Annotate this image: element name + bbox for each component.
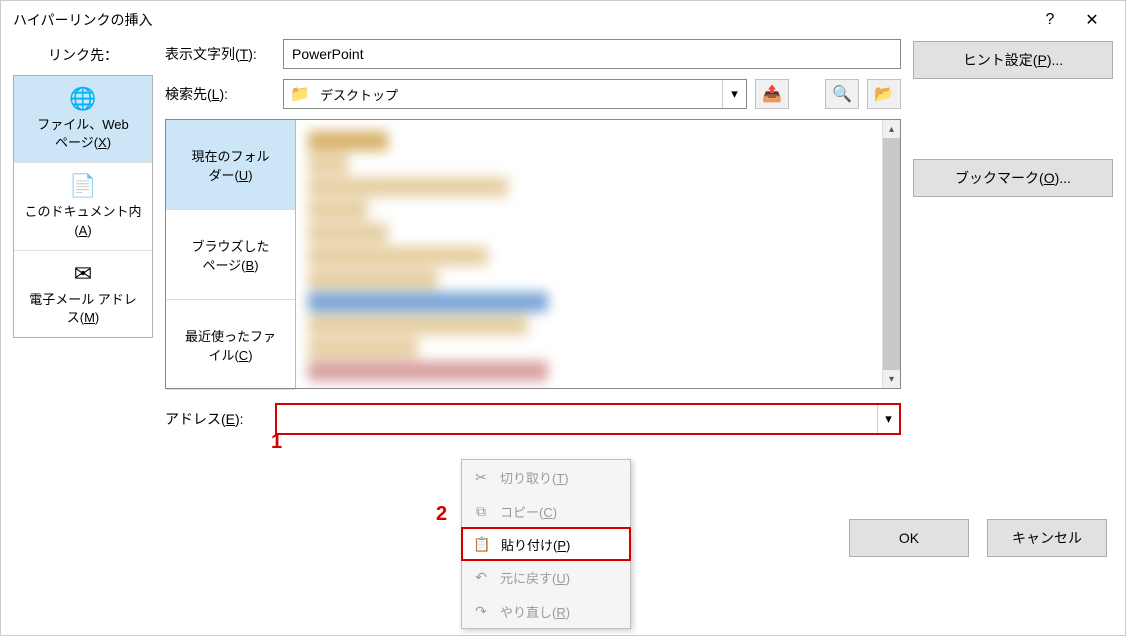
context-menu: ✂ 切り取り(T) ⧉ コピー(C) 📋 貼り付け(P) ↶ 元に戻す(U) ↷… xyxy=(461,459,631,629)
scroll-up-icon[interactable]: ▴ xyxy=(883,120,900,138)
footer-buttons: OK キャンセル xyxy=(849,519,1107,557)
cancel-button[interactable]: キャンセル xyxy=(987,519,1107,557)
help-button[interactable]: ? xyxy=(1029,6,1071,34)
content-area: リンク先： 🌐 ファイル、Web ページ(X) 📄 このドキュメント内 (A) xyxy=(1,39,1125,447)
close-button[interactable]: ✕ xyxy=(1071,6,1113,34)
up-folder-button[interactable]: 📤 xyxy=(755,79,789,109)
search-location-label: 検索先(L): xyxy=(165,84,275,104)
folder-icon: 📁 xyxy=(284,84,316,104)
hint-settings-button[interactable]: ヒント設定(P)... xyxy=(913,41,1113,79)
tab-browsed-pages[interactable]: ブラウズした ページ(B) xyxy=(166,210,295,300)
chevron-down-icon[interactable]: ▾ xyxy=(722,80,746,108)
display-text-label: 表示文字列(T): xyxy=(165,44,275,64)
tab-recent-files[interactable]: 最近使ったファ イル(C) xyxy=(166,300,295,390)
file-list[interactable]: ▴ ▾ xyxy=(296,120,900,388)
display-text-input[interactable] xyxy=(283,39,901,69)
bookmark-button[interactable]: ブックマーク(O)... xyxy=(913,159,1113,197)
email-icon: ✉ xyxy=(20,261,146,287)
address-input[interactable] xyxy=(277,405,877,433)
cut-icon: ✂ xyxy=(472,469,490,486)
insert-hyperlink-dialog: ハイパーリンクの挿入 ? ✕ リンク先： 🌐 ファイル、Web ページ(X) 📄… xyxy=(0,0,1126,636)
annotation-1: 1 xyxy=(271,431,282,454)
ctx-copy: ⧉ コピー(C) xyxy=(462,494,630,528)
undo-icon: ↶ xyxy=(472,569,490,586)
copy-icon: ⧉ xyxy=(472,503,490,520)
address-field-wrap: ▾ xyxy=(275,403,901,435)
link-to-column: リンク先： 🌐 ファイル、Web ページ(X) 📄 このドキュメント内 (A) xyxy=(13,39,153,435)
linkto-email-label: 電子メール アドレ ス(M) xyxy=(29,292,137,325)
redo-icon: ↷ xyxy=(472,603,490,620)
display-text-row: 表示文字列(T): xyxy=(165,39,901,69)
linkto-file-web-label: ファイル、Web ページ(X) xyxy=(37,117,129,150)
ctx-cut: ✂ 切り取り(T) xyxy=(462,460,630,494)
blurred-file-content xyxy=(296,120,900,388)
dialog-title: ハイパーリンクの挿入 xyxy=(13,10,1029,30)
globe-file-icon: 🌐 xyxy=(20,86,146,112)
annotation-2: 2 xyxy=(436,503,447,526)
link-to-list: 🌐 ファイル、Web ページ(X) 📄 このドキュメント内 (A) ✉ xyxy=(13,75,153,338)
middle-column: 表示文字列(T): 検索先(L): 📁 デスクトップ ▾ 📤 🔍 📂 xyxy=(165,39,901,435)
titlebar: ハイパーリンクの挿入 ? ✕ xyxy=(1,1,1125,39)
search-location-row: 検索先(L): 📁 デスクトップ ▾ 📤 🔍 📂 xyxy=(165,79,901,109)
ctx-paste[interactable]: 📋 貼り付け(P) xyxy=(461,527,631,561)
file-list-scrollbar[interactable]: ▴ ▾ xyxy=(882,120,900,388)
search-location-selected: デスクトップ xyxy=(316,85,722,104)
address-label: アドレス(E): xyxy=(165,409,275,429)
scroll-thumb[interactable] xyxy=(883,138,900,370)
linkto-this-document-label: このドキュメント内 (A) xyxy=(24,204,141,237)
linkto-this-document[interactable]: 📄 このドキュメント内 (A) xyxy=(14,163,152,250)
linkto-email[interactable]: ✉ 電子メール アドレ ス(M) xyxy=(14,251,152,337)
address-input-highlighted: ▾ xyxy=(275,403,901,435)
browse-web-button[interactable]: 🔍 xyxy=(825,79,859,109)
search-location-dropdown[interactable]: 📁 デスクトップ ▾ xyxy=(283,79,747,109)
tab-current-folder[interactable]: 現在のフォル ダー(U) xyxy=(166,120,295,210)
link-to-label: リンク先： xyxy=(13,39,153,75)
ok-button[interactable]: OK xyxy=(849,519,969,557)
ctx-undo: ↶ 元に戻す(U) xyxy=(462,560,630,594)
paste-icon: 📋 xyxy=(473,536,491,553)
linkto-file-web[interactable]: 🌐 ファイル、Web ページ(X) xyxy=(14,76,152,163)
right-column: ヒント設定(P)... ブックマーク(O)... xyxy=(913,39,1113,435)
ctx-redo: ↷ やり直し(R) xyxy=(462,594,630,628)
browse-file-button[interactable]: 📂 xyxy=(867,79,901,109)
scroll-down-icon[interactable]: ▾ xyxy=(883,370,900,388)
address-dropdown-icon[interactable]: ▾ xyxy=(877,405,899,433)
document-icon: 📄 xyxy=(20,173,146,199)
browse-box: 現在のフォル ダー(U) ブラウズした ページ(B) 最近使ったファ xyxy=(165,119,901,389)
browse-tabs: 現在のフォル ダー(U) ブラウズした ページ(B) 最近使ったファ xyxy=(166,120,296,388)
